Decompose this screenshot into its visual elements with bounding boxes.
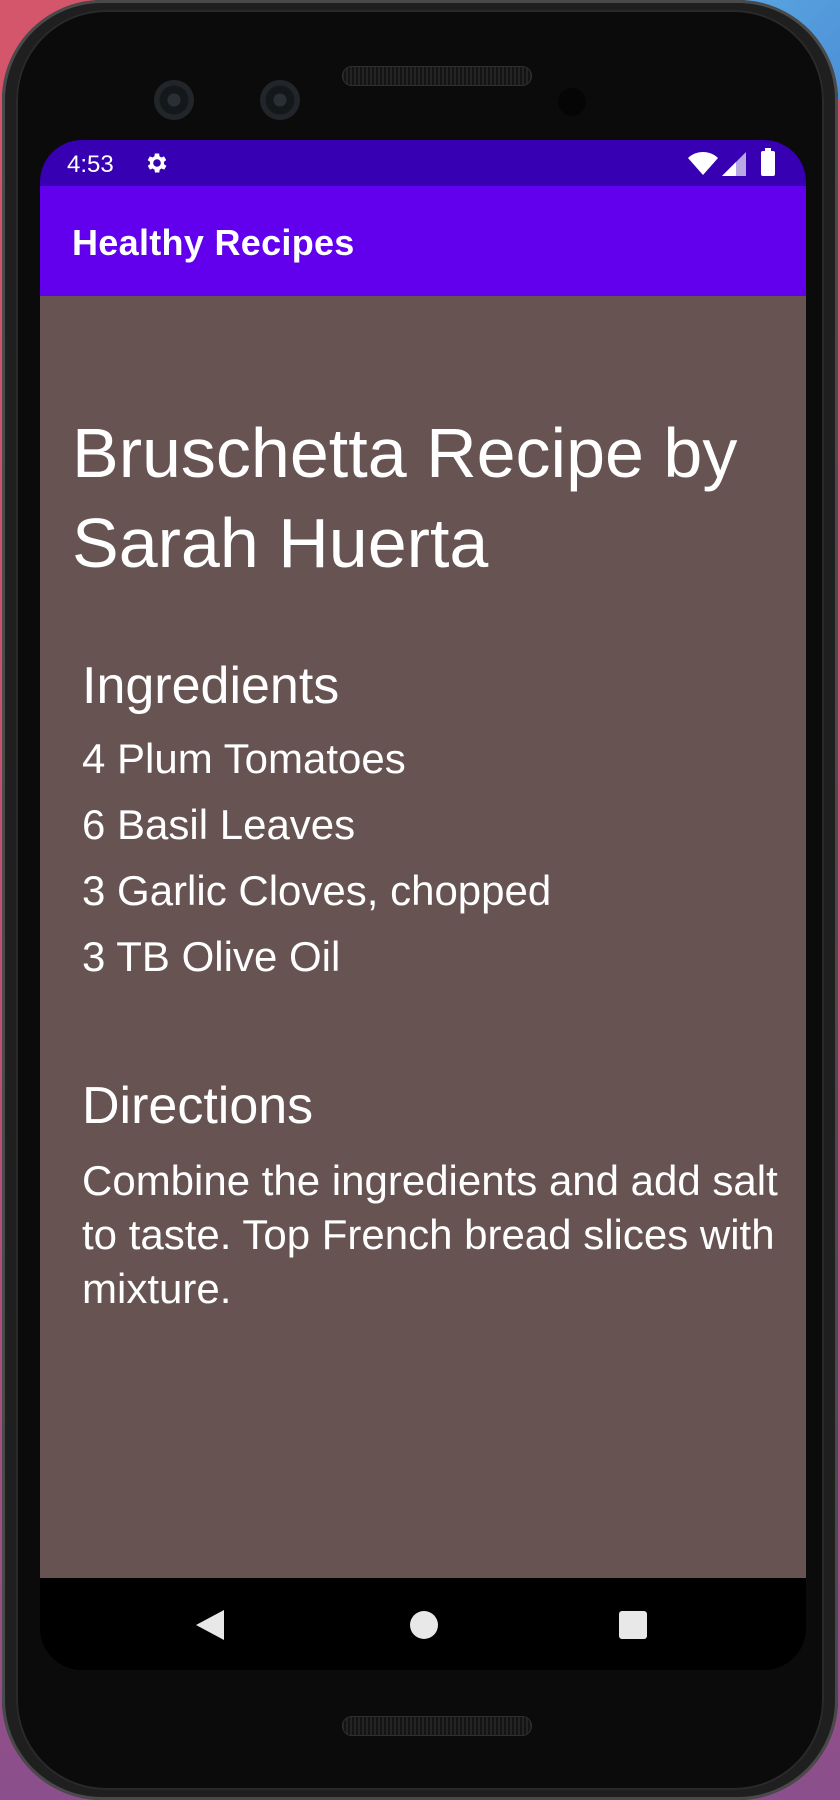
navigation-bar xyxy=(40,1578,806,1670)
front-camera-right xyxy=(260,80,300,120)
earpiece-speaker xyxy=(342,66,532,86)
ingredient-item: 3 TB Olive Oil xyxy=(82,933,341,980)
front-camera-left xyxy=(154,80,194,120)
battery-icon xyxy=(761,148,775,176)
device-screen: 4:53 Healthy Recipes Bruschetta Recipe b… xyxy=(40,140,806,1670)
recipe-content: Bruschetta Recipe by Sarah Huerta Ingred… xyxy=(40,296,806,1578)
gear-icon xyxy=(147,153,167,173)
ingredient-item: 4 Plum Tomatoes xyxy=(82,735,406,782)
signal-icon xyxy=(722,152,746,176)
app-bar: Healthy Recipes xyxy=(40,186,806,296)
directions-text: Combine the ingredients and add salt to … xyxy=(82,1157,778,1312)
app-title: Healthy Recipes xyxy=(72,222,355,263)
back-icon[interactable] xyxy=(194,1608,226,1642)
directions-heading: Directions xyxy=(82,1077,314,1135)
ingredient-item: 6 Basil Leaves xyxy=(82,801,356,848)
bottom-speaker xyxy=(342,1716,532,1736)
recents-icon[interactable] xyxy=(619,1611,647,1639)
status-time: 4:53 xyxy=(67,151,114,178)
wifi-icon xyxy=(688,152,718,175)
ingredients-heading: Ingredients xyxy=(82,657,340,715)
status-bar: 4:53 xyxy=(40,140,806,186)
proximity-sensor xyxy=(558,88,586,116)
recipe-title: Bruschetta Recipe by Sarah Huerta xyxy=(72,414,738,582)
home-icon[interactable] xyxy=(410,1611,438,1639)
ingredient-item: 3 Garlic Cloves, chopped xyxy=(82,867,552,914)
ingredient-list: 4 Plum Tomatoes 6 Basil Leaves 3 Garlic … xyxy=(82,726,551,990)
